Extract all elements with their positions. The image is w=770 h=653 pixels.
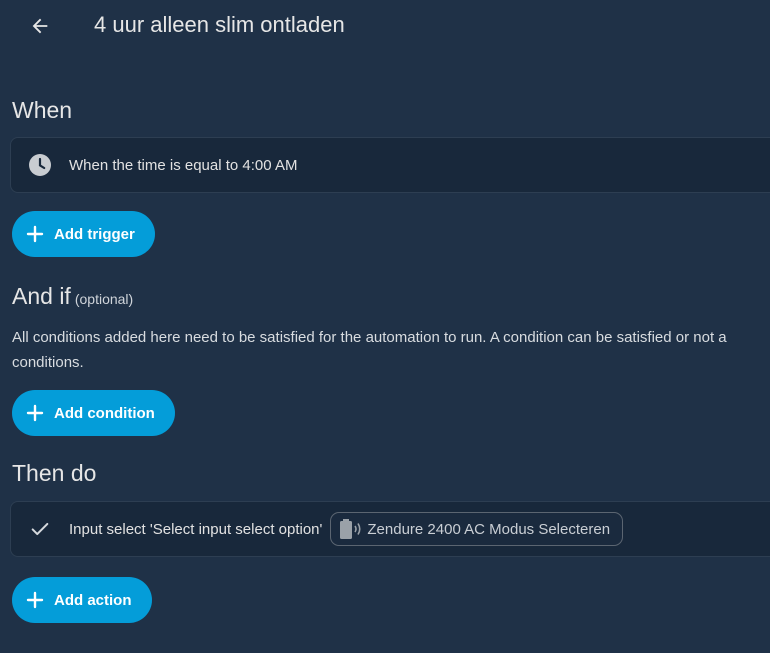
conditions-description: All conditions added here need to be sat… [12,325,770,375]
entity-chip[interactable]: Zendure 2400 AC Modus Selecteren [330,512,624,546]
add-condition-label: Add condition [54,404,155,422]
description-line-1: All conditions added here need to be sat… [12,329,727,346]
description-line-2: conditions. [12,354,84,371]
page-title: 4 uur alleen slim ontladen [94,12,345,37]
add-trigger-button[interactable]: Add trigger [12,211,155,257]
add-trigger-label: Add trigger [54,225,135,243]
automation-editor: 4 uur alleen slim ontladen When When the… [0,0,770,653]
top-bar: 4 uur alleen slim ontladen [0,0,770,52]
add-condition-button[interactable]: Add condition [12,390,175,436]
then-do-section-title: Then do [12,460,97,486]
trigger-icon-wrap [11,153,69,177]
check-icon [31,522,49,536]
optional-label: (optional) [74,291,134,307]
plus-icon [26,404,44,422]
back-button[interactable] [22,10,58,42]
add-action-button[interactable]: Add action [12,577,152,623]
battery-wireless-icon [337,518,363,540]
action-icon-wrap [11,518,69,540]
action-card[interactable]: Input select 'Select input select option… [10,501,770,557]
entity-chip-label: Zendure 2400 AC Modus Selecteren [367,520,611,538]
action-text: Input select 'Select input select option… [69,520,323,538]
trigger-card[interactable]: When the time is equal to 4:00 AM [10,137,770,193]
plus-icon [26,225,44,243]
and-if-section-title: And if (optional) [12,283,133,310]
clock-icon [29,154,51,176]
when-section-title: When [12,97,73,123]
and-if-title: And if [12,283,71,309]
add-action-label: Add action [54,591,132,609]
trigger-text: When the time is equal to 4:00 AM [69,156,298,174]
plus-icon [26,591,44,609]
arrow-left-icon [32,18,48,34]
